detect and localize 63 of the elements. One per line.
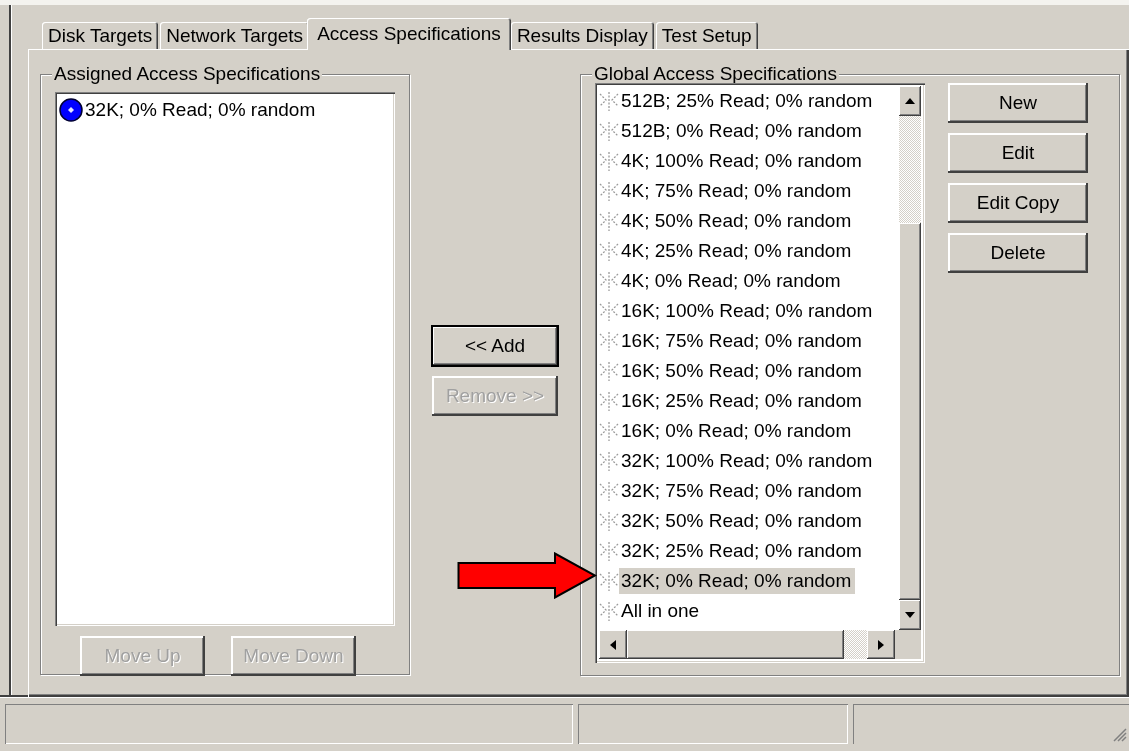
list-item[interactable]: 16K; 50% Read; 0% random: [619, 358, 866, 384]
list-item[interactable]: All in one: [619, 598, 704, 624]
scroll-left-button[interactable]: [599, 630, 627, 659]
list-item[interactable]: 4K; 0% Read; 0% random: [619, 268, 845, 294]
left-triangle-icon: [610, 639, 616, 650]
tab[interactable]: Access Specifications: [307, 18, 511, 50]
scroll-track[interactable]: [844, 630, 867, 659]
list-item[interactable]: 32K; 0% Read; 0% random: [619, 568, 856, 594]
scroll-thumb[interactable]: [899, 223, 921, 600]
scrollbar-corner: [895, 630, 921, 659]
spec-icon: [599, 360, 619, 382]
spec-icon: [599, 390, 619, 412]
list-item[interactable]: 4K; 50% Read; 0% random: [619, 208, 856, 234]
button[interactable]: Edit Copy: [948, 183, 1088, 223]
scroll-right-button[interactable]: [867, 630, 895, 659]
down-triangle-icon: [905, 612, 915, 618]
spec-icon: [599, 180, 619, 202]
spec-icon: [599, 120, 619, 142]
disc-icon: [59, 98, 83, 122]
list-item[interactable]: 4K; 25% Read; 0% random: [619, 238, 856, 264]
list-item[interactable]: 16K; 100% Read; 0% random: [619, 298, 877, 324]
tab[interactable]: Network Targets: [160, 22, 310, 49]
tab[interactable]: Results Display: [510, 22, 654, 49]
scroll-up-button[interactable]: [899, 86, 921, 116]
spec-icon: [599, 480, 619, 502]
list-item[interactable]: 32K; 100% Read; 0% random: [619, 448, 877, 474]
up-triangle-icon: [905, 98, 915, 104]
right-triangle-icon: [878, 639, 884, 650]
spec-icon: [599, 270, 619, 292]
spec-icon: [599, 600, 619, 622]
button[interactable]: Delete: [948, 233, 1088, 273]
resize-grip-icon: [1113, 728, 1127, 742]
list-item[interactable]: 32K; 0% Read; 0% random: [83, 97, 320, 123]
tab[interactable]: Test Setup: [655, 22, 758, 49]
list-item[interactable]: 16K; 0% Read; 0% random: [619, 418, 856, 444]
list-item[interactable]: 32K; 75% Read; 0% random: [619, 478, 866, 504]
tab[interactable]: Disk Targets: [42, 22, 159, 49]
button[interactable]: New: [948, 83, 1088, 123]
spec-icon: [599, 210, 619, 232]
spec-icon: [599, 300, 619, 322]
button[interactable]: << Add: [432, 326, 558, 366]
list-item[interactable]: 4K; 100% Read; 0% random: [619, 148, 866, 174]
spec-icon: [599, 150, 619, 172]
spec-icon: [599, 330, 619, 352]
list-item[interactable]: 512B; 0% Read; 0% random: [619, 118, 866, 144]
spec-icon: [599, 420, 619, 442]
spec-icon: [599, 450, 619, 472]
scroll-down-button[interactable]: [899, 600, 921, 630]
button[interactable]: Edit: [948, 133, 1088, 173]
list-item[interactable]: 512B; 25% Read; 0% random: [619, 88, 877, 114]
list-item[interactable]: 32K; 25% Read; 0% random: [619, 538, 866, 564]
list-item[interactable]: 4K; 75% Read; 0% random: [619, 178, 856, 204]
list-item[interactable]: 16K; 75% Read; 0% random: [619, 328, 866, 354]
spec-icon: [599, 90, 619, 112]
spec-icon: [599, 510, 619, 532]
group-title: Assigned Access Specifications: [52, 64, 323, 84]
list-item[interactable]: 32K; 50% Read; 0% random: [619, 508, 866, 534]
spec-icon: [599, 240, 619, 262]
spec-icon: [599, 540, 619, 562]
spec-icon: [599, 570, 619, 592]
list-item[interactable]: 16K; 25% Read; 0% random: [619, 388, 866, 414]
scroll-thumb[interactable]: [627, 630, 844, 659]
group-title: Global Access Specifications: [592, 64, 839, 84]
